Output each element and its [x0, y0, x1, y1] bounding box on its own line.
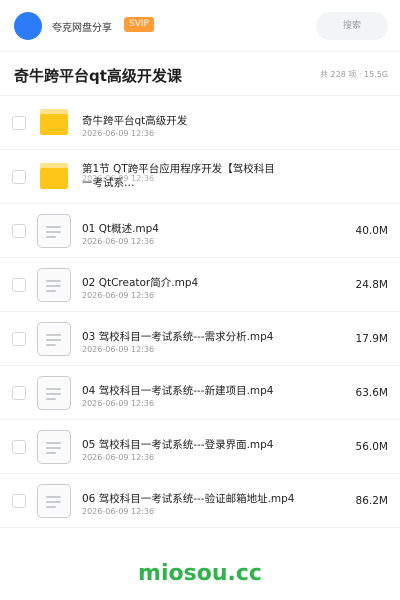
item-name: 第1节 QT跨平台应用程序开发【驾校科目一考试系…	[82, 163, 275, 189]
item-date: 2026-06-09 12:36	[82, 453, 155, 462]
row-checkbox[interactable]	[12, 494, 26, 508]
username: 夸克网盘分享	[52, 23, 112, 34]
item-size: 86.2M	[355, 495, 388, 507]
item-date: 2026-06-09 12:36	[82, 507, 155, 516]
item-size: 17.9M	[355, 333, 388, 345]
list-item[interactable]: 01 Qt概述.mp4 2026-06-09 12:36 40.0M	[0, 204, 400, 258]
list-item[interactable]: 奇牛跨平台qt高级开发 2026-06-09 12:36	[0, 96, 400, 150]
folder-icon	[40, 163, 68, 189]
list-item[interactable]: 04 驾校科目一考试系统---新建项目.mp4 2026-06-09 12:36…	[0, 366, 400, 420]
row-checkbox[interactable]	[12, 278, 26, 292]
avatar[interactable]	[14, 12, 42, 40]
row-checkbox[interactable]	[12, 386, 26, 400]
video-file-icon	[37, 484, 71, 518]
row-checkbox[interactable]	[12, 332, 26, 346]
video-file-icon	[37, 376, 71, 410]
item-size: 24.8M	[355, 279, 388, 291]
item-date: 2026-06-09 12:36	[82, 345, 155, 354]
search-input[interactable]: 搜索	[316, 12, 388, 40]
item-size: 40.0M	[355, 225, 388, 237]
row-checkbox[interactable]	[12, 116, 26, 130]
file-list: 奇牛跨平台qt高级开发 2026-06-09 12:36 2026-06-09 …	[0, 96, 400, 528]
item-name: 奇牛跨平台qt高级开发	[82, 115, 188, 127]
item-name: 05 驾校科目一考试系统---登录界面.mp4	[82, 439, 274, 451]
item-name: 06 驾校科目一考试系统---验证邮箱地址.mp4	[82, 493, 295, 505]
item-name: 03 驾校科目一考试系统---需求分析.mp4	[82, 331, 274, 343]
video-file-icon	[37, 322, 71, 356]
item-count-size: 共 228 项 · 15.5G	[320, 70, 388, 79]
list-item[interactable]: 2026-06-09 12:36 第1节 QT跨平台应用程序开发【驾校科目一考试…	[0, 150, 400, 204]
watermark: miosou.cc	[138, 561, 262, 586]
item-name: 02 QtCreator简介.mp4	[82, 277, 199, 289]
item-date: 2026-06-09 12:36	[82, 237, 155, 246]
list-item[interactable]: 06 驾校科目一考试系统---验证邮箱地址.mp4 2026-06-09 12:…	[0, 474, 400, 528]
item-date: 2026-06-09 12:36	[82, 129, 155, 138]
item-size: 63.6M	[355, 387, 388, 399]
row-checkbox[interactable]	[12, 224, 26, 238]
item-date: 2026-06-09 12:36	[82, 399, 155, 408]
item-name: 04 驾校科目一考试系统---新建项目.mp4	[82, 385, 274, 397]
row-checkbox[interactable]	[12, 440, 26, 454]
svip-badge: SVIP	[124, 17, 154, 32]
list-item[interactable]: 02 QtCreator简介.mp4 2026-06-09 12:36 24.8…	[0, 258, 400, 312]
item-name: 01 Qt概述.mp4	[82, 223, 159, 235]
video-file-icon	[37, 214, 71, 248]
list-item[interactable]: 05 驾校科目一考试系统---登录界面.mp4 2026-06-09 12:36…	[0, 420, 400, 474]
page-title: 奇牛跨平台qt高级开发课	[14, 67, 182, 85]
item-size: 56.0M	[355, 441, 388, 453]
folder-icon	[40, 109, 68, 135]
item-date: 2026-06-09 12:36	[82, 291, 155, 300]
video-file-icon	[37, 268, 71, 302]
title-row: 奇牛跨平台qt高级开发课 共 228 项 · 15.5G	[0, 52, 400, 96]
video-file-icon	[37, 430, 71, 464]
list-item[interactable]: 03 驾校科目一考试系统---需求分析.mp4 2026-06-09 12:36…	[0, 312, 400, 366]
row-checkbox[interactable]	[12, 170, 26, 184]
top-bar: 夸克网盘分享 SVIP 搜索	[0, 0, 400, 52]
